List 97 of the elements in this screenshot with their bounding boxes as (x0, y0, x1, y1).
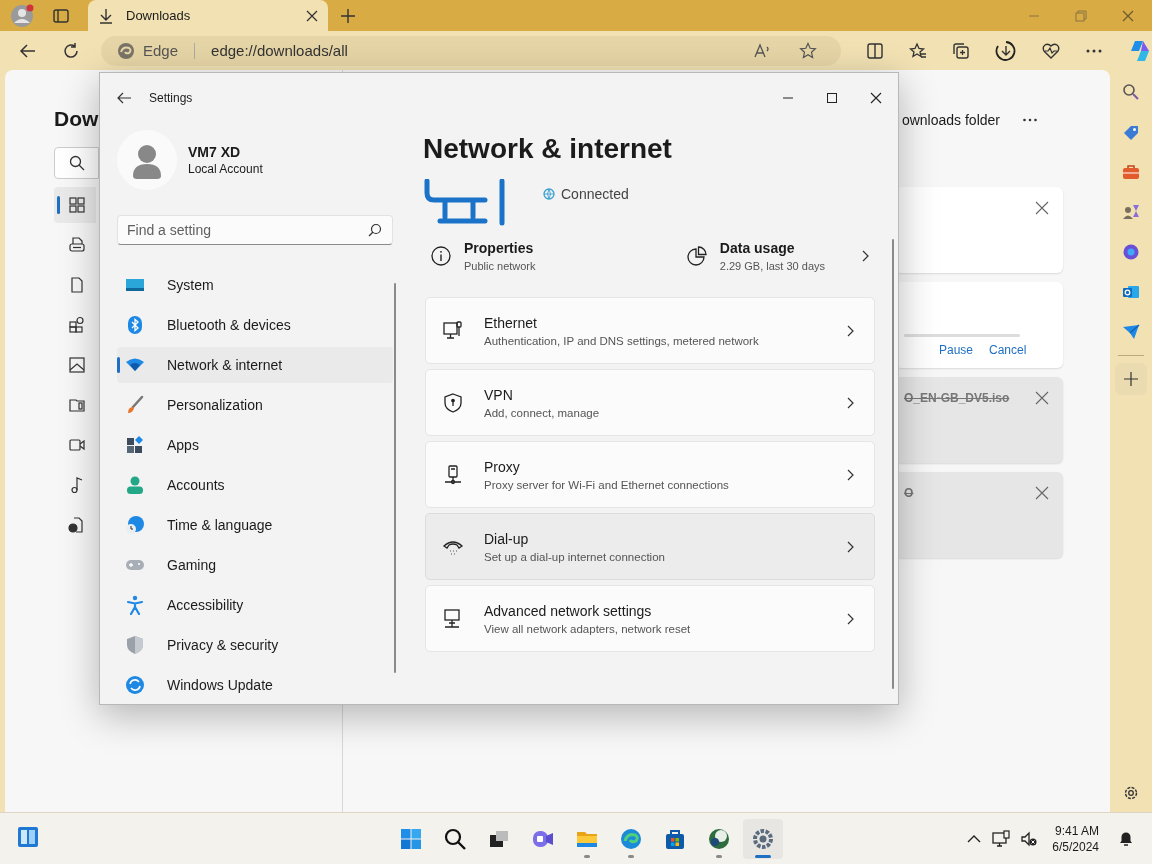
nav-item[interactable]: Network & internet (117, 347, 393, 383)
globe-app-icon (707, 826, 731, 851)
network-icon[interactable] (992, 829, 1011, 848)
search-app-icon (443, 826, 467, 851)
document-filter-icon (68, 236, 86, 254)
back-icon[interactable] (116, 90, 132, 106)
muted-speaker-icon[interactable] (1020, 829, 1039, 848)
close-icon[interactable] (870, 92, 882, 104)
page-title: Network & internet (423, 132, 673, 166)
plus-icon (1123, 371, 1139, 387)
browser-logo-icon (117, 41, 135, 60)
image-filter-icon (68, 356, 86, 374)
mail-app-icon[interactable] (1122, 283, 1140, 301)
vpn-icon (442, 391, 464, 414)
clock[interactable]: 9:41 AM 6/5/2024 (1052, 822, 1099, 855)
settings-icon[interactable] (1122, 784, 1140, 802)
download-icon (98, 7, 114, 24)
apps-icon (125, 435, 145, 455)
setting-card[interactable]: Advanced network settings View all network adapters, network reset (425, 585, 875, 652)
tab-actions-icon[interactable] (52, 6, 70, 25)
search-field[interactable]: Find a setting (117, 215, 393, 245)
account-type: Local Account (188, 162, 263, 176)
page-title: Dow (54, 106, 99, 132)
search-field[interactable] (54, 147, 99, 179)
personalization-icon (125, 395, 145, 415)
refresh-icon[interactable] (62, 41, 80, 60)
settings-taskbar-button[interactable] (743, 818, 783, 859)
search-icon (69, 155, 85, 171)
open-folder-link[interactable]: ownloads folder (901, 112, 1000, 128)
user-name: VM7 XD (188, 144, 242, 160)
download-action-link[interactable]: Pause (939, 343, 974, 357)
search-icon (368, 223, 382, 237)
people-icon[interactable] (1122, 203, 1140, 221)
site-label: Edge (143, 42, 179, 59)
nav-item[interactable]: Personalization (117, 387, 393, 423)
add-button[interactable] (1115, 363, 1147, 395)
video-filter-icon (68, 436, 86, 454)
address-bar[interactable]: Edge edge://downloads/all (101, 35, 841, 66)
ethernet-icon (442, 319, 464, 342)
nav-item[interactable]: Privacy & security (117, 627, 393, 663)
back-icon[interactable] (19, 41, 37, 60)
nav-item[interactable]: Accounts (117, 467, 393, 503)
heart-pulse-icon[interactable] (1042, 41, 1060, 60)
widgets-icon[interactable] (16, 824, 40, 849)
browser-tab[interactable]: Downloads (88, 0, 328, 31)
search-icon[interactable] (1122, 83, 1140, 101)
profile-icon[interactable] (10, 3, 34, 28)
close-icon[interactable] (306, 9, 318, 22)
file-filter-icon (68, 276, 86, 294)
copilot-icon[interactable] (1128, 38, 1152, 63)
settings-app-icon (751, 826, 775, 851)
nav-item[interactable]: Time & language (117, 507, 393, 543)
nav-item[interactable]: System (117, 267, 393, 303)
file-name[interactable]: O_EN-GB_DV5.iso (904, 391, 1010, 405)
favorite-star-icon[interactable] (799, 41, 817, 60)
setting-card[interactable]: Ethernet Authentication, IP and DNS settings, metered network (425, 297, 875, 364)
pie-chart-icon (685, 245, 708, 267)
accounts-icon (125, 475, 145, 495)
file-name[interactable]: O (904, 486, 914, 500)
downloads-icon[interactable] (995, 39, 1017, 62)
accessibility-icon (125, 595, 145, 615)
nav-item[interactable]: Windows Update (117, 667, 393, 703)
info-icon (430, 245, 452, 267)
start-app-icon (399, 826, 423, 851)
apps-filter-icon (68, 316, 86, 334)
url-text: edge://downloads/all (211, 42, 348, 59)
send-icon[interactable] (1122, 323, 1140, 341)
all-filter-icon (68, 196, 86, 214)
globe-icon (543, 188, 555, 200)
nav-item[interactable]: Gaming (117, 547, 393, 583)
time-icon (125, 515, 145, 535)
update-icon (125, 675, 145, 695)
download-action-link[interactable]: Cancel (989, 343, 1027, 357)
new-tab-icon[interactable] (340, 7, 356, 24)
bluetooth-icon (125, 315, 145, 335)
archive-filter-icon (68, 396, 86, 414)
read-aloud-icon[interactable] (753, 41, 771, 60)
avatar (117, 130, 177, 190)
toolbox-icon[interactable] (1122, 163, 1140, 181)
collections-icon[interactable] (952, 41, 970, 60)
setting-card[interactable]: Dial-up Set up a dial-up internet connection (425, 513, 875, 580)
tag-icon[interactable] (1122, 123, 1140, 141)
setting-card[interactable]: Proxy Proxy server for Wi-Fi and Ethernet connections (425, 441, 875, 508)
properties-link[interactable]: Properties Public network (430, 240, 536, 272)
maximize-icon[interactable] (826, 92, 838, 104)
setting-card[interactable]: VPN Add, connect, manage (425, 369, 875, 436)
nav-item[interactable]: Accessibility (117, 587, 393, 623)
proxy-icon (442, 463, 464, 486)
split-screen-icon[interactable] (866, 41, 884, 60)
privacy-icon (125, 635, 145, 655)
connection-status: Connected (561, 186, 629, 202)
nav-item[interactable]: Bluetooth & devices (117, 307, 393, 343)
favorites-icon[interactable] (909, 41, 927, 60)
data-usage-link[interactable]: Data usage 2.29 GB, last 30 days (685, 240, 871, 272)
window-title: Settings (149, 91, 193, 105)
other-filter-icon (68, 516, 86, 534)
nav-item[interactable]: Apps (117, 427, 393, 463)
